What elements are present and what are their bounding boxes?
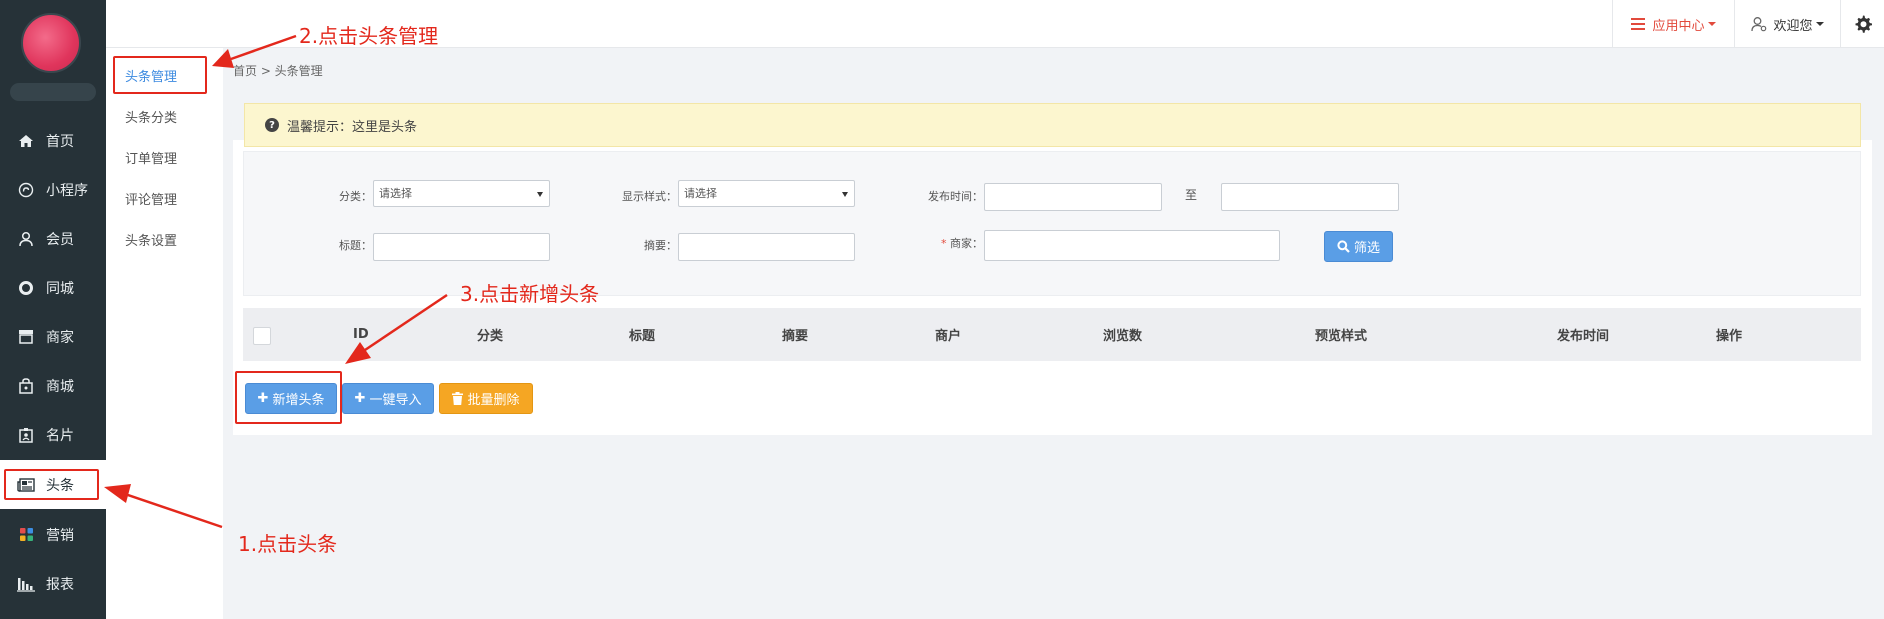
sidebar-item-member[interactable]: 会员 xyxy=(0,214,106,263)
title-label: 标题： xyxy=(339,239,372,252)
breadcrumb: 首页 > 头条管理 xyxy=(233,64,323,78)
sidebar-item-city[interactable]: 同城 xyxy=(0,263,106,312)
menu-icon xyxy=(1631,18,1646,30)
column-header-category: 分类 xyxy=(477,329,504,344)
column-header-title: 标题 xyxy=(629,329,656,344)
app-center-menu[interactable]: 应用中心 xyxy=(1612,0,1735,48)
subnav-item-order-management[interactable]: 订单管理 xyxy=(106,137,223,177)
publish-time-label: 发布时间： xyxy=(928,190,983,203)
chevron-down-icon xyxy=(1815,22,1824,26)
highlight-add-headline xyxy=(235,371,342,424)
title-input[interactable] xyxy=(373,233,550,261)
subnav-item-comment-management[interactable]: 评论管理 xyxy=(106,178,223,218)
tip-text: 温馨提示：这里是头条 xyxy=(287,119,418,135)
filter-button[interactable]: 筛选 xyxy=(1324,231,1393,262)
gear-icon xyxy=(1854,15,1872,33)
category-select-value: 请选择 xyxy=(379,187,412,200)
column-header-actions: 操作 xyxy=(1716,329,1743,344)
sidebar-item-merchant[interactable]: 商家 xyxy=(0,312,106,361)
publish-time-end-input[interactable] xyxy=(1221,183,1399,211)
subnav-item-headline-settings[interactable]: 头条设置 xyxy=(106,219,223,259)
column-header-merchant: 商户 xyxy=(935,329,962,344)
subnav-item-label: 评论管理 xyxy=(125,192,178,208)
highlight-headline-nav xyxy=(4,469,99,500)
merchant-label-text: 商家： xyxy=(946,237,983,250)
sidebar-item-label: 报表 xyxy=(46,576,74,593)
trash-icon xyxy=(452,392,464,405)
avatar-name-placeholder xyxy=(10,83,96,101)
app-center-label: 应用中心 xyxy=(1652,18,1705,34)
one-click-import-label: 一键导入 xyxy=(369,393,422,408)
annotation-step-2: 2.点击头条管理 xyxy=(299,24,439,48)
select-all-checkbox[interactable] xyxy=(253,327,271,345)
merchant-label: * 商家： xyxy=(918,235,983,251)
sidebar-item-label: 小程序 xyxy=(46,182,88,199)
category-select[interactable]: 请选择 xyxy=(373,180,550,207)
plus-icon: ✚ xyxy=(354,391,366,406)
sidebar-item-miniprogram[interactable]: 小程序 xyxy=(0,165,106,214)
display-style-select[interactable]: 请选择 xyxy=(678,180,855,207)
summary-label: 摘要： xyxy=(644,239,677,252)
batch-delete-label: 批量删除 xyxy=(467,393,520,408)
batch-delete-button[interactable]: 批量删除 xyxy=(439,383,533,414)
sidebar-item-card[interactable]: 名片 xyxy=(0,410,106,459)
sidebar-item-label: 会员 xyxy=(46,231,74,248)
search-icon xyxy=(1337,240,1350,253)
welcome-label: 欢迎您 xyxy=(1773,18,1813,34)
tip-banner: ? 温馨提示：这里是头条 xyxy=(244,103,1861,147)
avatar[interactable] xyxy=(21,13,81,73)
miniprogram-icon xyxy=(16,180,36,200)
annotation-step-1: 1.点击头条 xyxy=(238,532,338,556)
display-style-label: 显示样式： xyxy=(622,190,677,203)
column-header-summary: 摘要 xyxy=(782,329,809,344)
filter-button-label: 筛选 xyxy=(1353,241,1380,256)
publish-time-start-input[interactable] xyxy=(984,183,1162,211)
sidebar-item-label: 同城 xyxy=(46,280,74,297)
sub-navigation: 头条管理 头条分类 订单管理 评论管理 头条设置 xyxy=(106,48,223,619)
subnav-item-headline-category[interactable]: 头条分类 xyxy=(106,96,223,136)
main-sidebar: 首页 小程序 会员 同城 商家 商城 名片 头条 营销 报表 xyxy=(0,0,106,619)
annotation-step-3: 3.点击新增头条 xyxy=(460,282,600,306)
question-icon: ? xyxy=(265,118,279,132)
one-click-import-button[interactable]: ✚ 一键导入 xyxy=(342,383,434,414)
sidebar-item-label: 商城 xyxy=(46,378,74,395)
subnav-item-label: 订单管理 xyxy=(125,151,178,167)
sidebar-item-label: 商家 xyxy=(46,329,74,346)
subnav-item-label: 头条分类 xyxy=(125,110,178,126)
subnav-item-label: 头条设置 xyxy=(125,233,178,249)
sidebar-item-label: 首页 xyxy=(46,133,74,150)
user-menu[interactable]: 欢迎您 xyxy=(1735,0,1841,48)
summary-input[interactable] xyxy=(678,233,855,261)
settings-button[interactable] xyxy=(1841,0,1884,48)
circle-icon xyxy=(16,278,36,298)
merchant-input[interactable] xyxy=(984,230,1280,261)
sidebar-item-label: 名片 xyxy=(46,427,74,444)
sidebar-item-report[interactable]: 报表 xyxy=(0,559,106,608)
to-label: 至 xyxy=(1185,188,1198,202)
filter-panel xyxy=(243,151,1861,296)
column-header-id: ID xyxy=(353,327,369,342)
column-header-publish-time: 发布时间 xyxy=(1557,329,1610,344)
column-header-views: 浏览数 xyxy=(1103,329,1143,344)
sidebar-item-marketing[interactable]: 营销 xyxy=(0,510,106,559)
chevron-down-icon xyxy=(1707,22,1716,26)
sidebar-item-mall[interactable]: 商城 xyxy=(0,361,106,410)
grid-icon xyxy=(16,525,36,545)
store-icon xyxy=(16,327,36,347)
column-header-preview-style: 预览样式 xyxy=(1315,329,1368,344)
bag-icon xyxy=(16,376,36,396)
user-settings-icon xyxy=(1751,16,1767,32)
sidebar-item-label: 营销 xyxy=(46,527,74,544)
card-icon xyxy=(16,425,36,445)
category-label: 分类： xyxy=(339,190,372,203)
highlight-headline-management xyxy=(113,56,207,94)
user-icon xyxy=(16,229,36,249)
home-icon xyxy=(16,131,36,151)
bar-chart-icon xyxy=(16,574,36,594)
display-style-select-value: 请选择 xyxy=(684,187,717,200)
sidebar-item-home[interactable]: 首页 xyxy=(0,116,106,165)
